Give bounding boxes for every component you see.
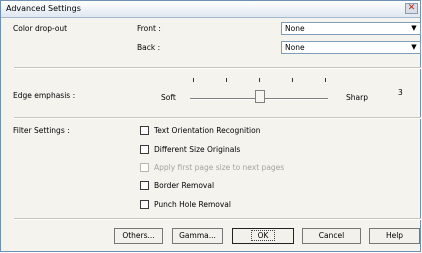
filter-settings-label: Filter Settings : — [13, 126, 70, 135]
slider-tick — [325, 78, 326, 82]
edge-emphasis-value: 3 — [398, 88, 403, 97]
separator — [14, 117, 421, 119]
color-dropout-label: Color drop-out — [13, 24, 68, 33]
slider-tick — [226, 78, 227, 82]
ok-button-label: OK — [250, 230, 276, 241]
others-button-label: Others... — [122, 231, 155, 240]
cancel-button-label: Cancel — [318, 231, 345, 240]
slider-soft-label: Soft — [161, 93, 176, 102]
apply-first-page-label: Apply first page size to next pages — [154, 163, 285, 172]
front-select-value: None — [285, 24, 305, 33]
gamma-button-label: Gamma... — [179, 231, 216, 240]
text-orientation-label: Text Orientation Recognition — [154, 126, 261, 135]
slider-tick — [193, 78, 194, 82]
back-label: Back : — [137, 43, 161, 52]
edge-emphasis-label: Edge emphasis : — [13, 91, 76, 100]
slider-sharp-label: Sharp — [346, 93, 368, 102]
different-size-label: Different Size Originals — [154, 145, 241, 154]
separator — [14, 218, 421, 220]
others-button[interactable]: Others... — [114, 228, 163, 244]
separator — [14, 67, 421, 69]
gamma-button[interactable]: Gamma... — [172, 228, 223, 244]
border-removal-label: Border Removal — [154, 181, 215, 190]
title-bar: Advanced Settings ✕ — [1, 1, 420, 18]
back-select[interactable]: None ▼ — [281, 41, 421, 54]
chevron-down-icon: ▼ — [411, 43, 417, 51]
front-select[interactable]: None ▼ — [281, 22, 421, 35]
front-label: Front : — [137, 24, 161, 33]
chevron-down-icon: ▼ — [411, 24, 417, 32]
back-select-value: None — [285, 43, 305, 52]
help-button[interactable]: Help — [369, 228, 420, 244]
text-orientation-checkbox[interactable] — [140, 126, 149, 135]
slider-thumb[interactable] — [255, 90, 265, 103]
cancel-button[interactable]: Cancel — [302, 228, 361, 244]
window-title: Advanced Settings — [6, 4, 81, 13]
different-size-checkbox[interactable] — [140, 145, 149, 154]
slider-tick — [259, 78, 260, 82]
apply-first-page-checkbox[interactable] — [140, 163, 149, 172]
close-icon: ✕ — [407, 3, 416, 13]
advanced-settings-dialog: Advanced Settings ✕ Color drop-out Front… — [0, 0, 421, 252]
slider-tick — [292, 78, 293, 82]
help-button-label: Help — [385, 231, 404, 240]
punch-hole-checkbox[interactable] — [140, 200, 149, 209]
close-button[interactable]: ✕ — [405, 3, 418, 14]
ok-button[interactable]: OK — [232, 228, 294, 244]
punch-hole-label: Punch Hole Removal — [154, 200, 231, 209]
border-removal-checkbox[interactable] — [140, 181, 149, 190]
